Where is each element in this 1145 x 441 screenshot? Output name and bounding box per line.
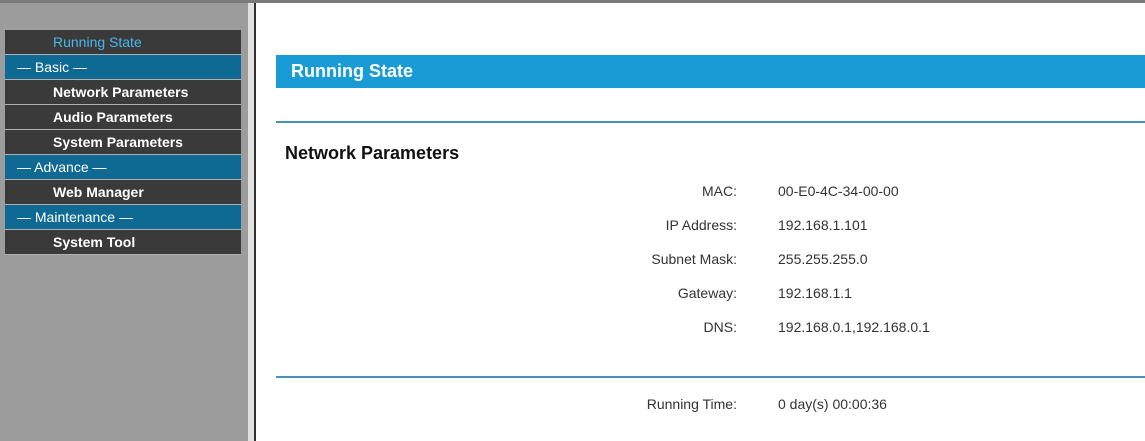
subnet-mask-label: Subnet Mask:	[651, 251, 737, 267]
row-mac: MAC: 00-E0-4C-34-00-00	[256, 183, 1145, 203]
sidebar-item-network-parameters[interactable]: Network Parameters	[5, 80, 241, 105]
gateway-value: 192.168.1.1	[778, 285, 852, 301]
section-title: Network Parameters	[285, 143, 460, 163]
running-time-value: 0 day(s) 00:00:36	[778, 396, 887, 412]
sidebar-group-basic[interactable]: — Basic —	[5, 55, 241, 80]
row-gateway: Gateway: 192.168.1.1	[256, 285, 1145, 305]
sidebar-item-system-parameters[interactable]: System Parameters	[5, 130, 241, 155]
sidebar: Running State — Basic — Network Paramete…	[0, 3, 248, 441]
dns-value: 192.168.0.1,192.168.0.1	[778, 319, 930, 335]
row-ip-address: IP Address: 192.168.1.101	[256, 217, 1145, 237]
dns-label: DNS:	[703, 319, 737, 335]
sidebar-group-advance[interactable]: — Advance —	[5, 155, 241, 180]
section-divider-bottom	[276, 376, 1145, 378]
sidebar-group-maintenance[interactable]: — Maintenance —	[5, 205, 241, 230]
mac-value: 00-E0-4C-34-00-00	[778, 183, 899, 199]
row-dns: DNS: 192.168.0.1,192.168.0.1	[256, 319, 1145, 339]
sidebar-item-audio-parameters[interactable]: Audio Parameters	[5, 105, 241, 130]
section-divider-top	[276, 121, 1145, 123]
gateway-label: Gateway:	[677, 285, 737, 301]
sidebar-item-running-state[interactable]: Running State	[5, 30, 241, 55]
main-content: Running State Network Parameters MAC: 00…	[256, 3, 1145, 441]
page-title: Running State	[276, 55, 1145, 88]
ip-address-value: 192.168.1.101	[778, 217, 868, 233]
subnet-mask-value: 255.255.255.0	[778, 251, 868, 267]
row-subnet-mask: Subnet Mask: 255.255.255.0	[256, 251, 1145, 271]
mac-label: MAC:	[702, 183, 737, 199]
running-time-label: Running Time:	[646, 396, 737, 412]
sidebar-item-system-tool[interactable]: System Tool	[5, 230, 241, 255]
sidebar-menu: Running State — Basic — Network Paramete…	[5, 30, 241, 255]
row-running-time: Running Time: 0 day(s) 00:00:36	[256, 396, 1145, 416]
sidebar-item-web-manager[interactable]: Web Manager	[5, 180, 241, 205]
ip-address-label: IP Address:	[665, 217, 737, 233]
